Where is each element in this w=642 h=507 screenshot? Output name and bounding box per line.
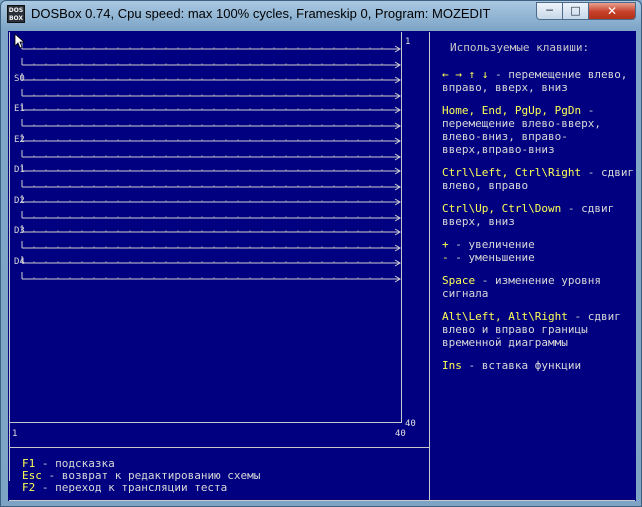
help-entry: Alt\Left, Alt\Right - сдвиг влево и впра… <box>442 310 636 349</box>
footer-key: F2 <box>22 481 36 494</box>
help-title: Используемые клавиши: <box>450 41 590 54</box>
help-entry: Ins - вставка функции <box>442 359 636 372</box>
window-title: DOSBox 0.74, Cpu speed: max 100% cycles,… <box>31 6 491 21</box>
help-key: - <box>442 251 449 264</box>
signal-row[interactable] <box>14 194 402 226</box>
help-entries: ← → ↑ ↓ - перемещение влево, вправо, вве… <box>442 68 636 372</box>
help-entry: ← → ↑ ↓ - перемещение влево, вправо, вве… <box>442 68 636 94</box>
screen-frame-bottom <box>9 500 635 501</box>
icon-text-bottom: BOX <box>8 15 24 22</box>
help-panel: Используемые клавиши: ← → ↑ ↓ - перемеще… <box>442 41 636 382</box>
signal-row[interactable] <box>14 72 402 104</box>
close-button[interactable]: ✕ <box>588 2 636 20</box>
signal-row[interactable] <box>14 163 402 195</box>
help-entry: + - увеличение <box>442 238 636 251</box>
dosbox-window: DOS BOX DOSBox 0.74, Cpu speed: max 100%… <box>0 0 642 507</box>
help-entry: Space - изменение уровня сигнала <box>442 274 636 300</box>
maximize-button[interactable]: □ <box>562 2 589 20</box>
signal-row[interactable] <box>14 224 402 256</box>
help-desc: - вставка функции <box>461 359 582 372</box>
icon-text-top: DOS <box>8 7 24 14</box>
diagram-top-right-label: 1 <box>405 37 411 47</box>
footer-desc: - переход к трансляции теста <box>35 481 228 494</box>
dos-screen[interactable]: 1 40 1 40 S0 E1 E2 D1 D2 D3 D4 Используемые кл… <box>8 31 636 501</box>
help-entry: - - уменьшение <box>442 251 636 264</box>
help-desc: - уменьшение <box>448 251 535 264</box>
signal-row[interactable] <box>14 255 402 287</box>
help-entry: Ctrl\Up, Ctrl\Down - сдвиг вверх, вниз <box>442 202 636 228</box>
help-key: Ctrl\Up, Ctrl\Down <box>442 202 562 215</box>
dosbox-app-icon[interactable]: DOS BOX <box>7 5 25 23</box>
help-key: Space <box>442 274 476 287</box>
time-axis-end: 40 <box>395 429 406 439</box>
time-axis-start: 1 <box>12 429 18 439</box>
signal-row[interactable] <box>14 133 402 165</box>
signal-row[interactable] <box>14 41 402 73</box>
help-key: + <box>442 238 449 251</box>
footer-frame-top <box>9 447 430 448</box>
help-key: Alt\Left, Alt\Right <box>442 310 568 323</box>
help-desc: - увеличение <box>448 238 535 251</box>
mouse-pointer-icon <box>14 33 26 49</box>
title-bar[interactable]: DOS BOX DOSBox 0.74, Cpu speed: max 100%… <box>1 1 641 29</box>
diagram-frame-left <box>9 32 10 481</box>
help-entry: Home, End, PgUp, PgDn - перемещение влев… <box>442 104 636 156</box>
footer-hint: F2 - переход к трансляции теста <box>22 482 260 494</box>
help-frame-left <box>429 32 430 500</box>
help-entry: Ctrl\Left, Ctrl\Right - сдвиг влево, впр… <box>442 166 636 192</box>
diagram-frame-bottom <box>9 422 401 423</box>
signal-row[interactable] <box>14 102 402 134</box>
minimize-button[interactable]: ─ <box>536 2 563 20</box>
help-key: Ins <box>442 359 462 372</box>
footer-hints: F1 - подсказка Esc - возврат к редактиров… <box>22 458 260 494</box>
diagram-bottom-right-label: 40 <box>405 419 416 429</box>
help-key: Ctrl\Left, Ctrl\Right <box>442 166 582 179</box>
help-key: ← → ↑ ↓ <box>442 68 489 81</box>
help-key: Home, End, PgUp, PgDn <box>442 104 582 117</box>
